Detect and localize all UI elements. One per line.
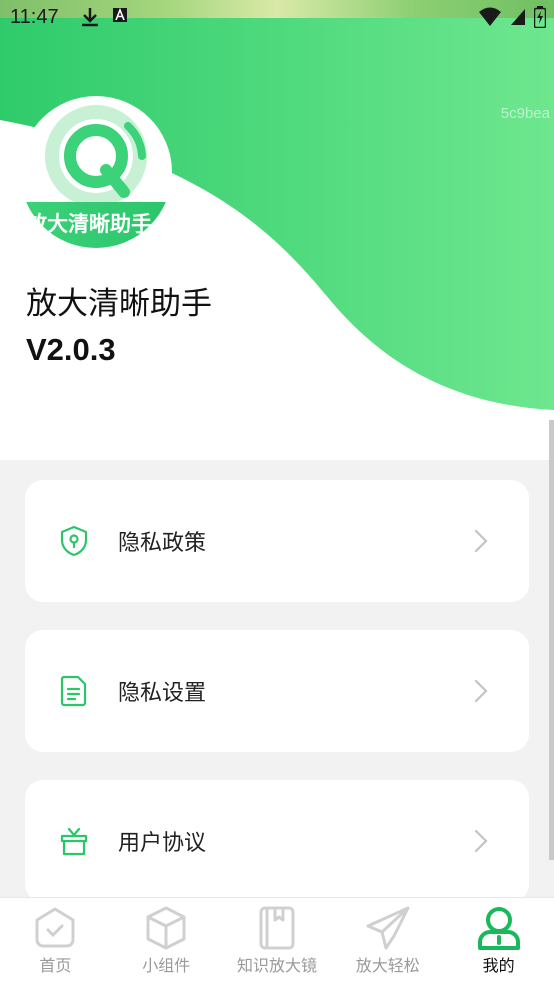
document-icon <box>60 675 87 707</box>
nav-item-magnify-easy[interactable]: 放大轻松 <box>332 898 443 984</box>
status-bar: 11:47 <box>0 0 554 36</box>
nav-label: 知识放大镜 <box>236 956 317 975</box>
menu-label: 隐私政策 <box>118 531 207 556</box>
wifi-icon <box>479 7 501 26</box>
user-icon <box>477 907 520 950</box>
status-left-icons <box>80 6 128 28</box>
watermark-text: 5c9bea <box>500 105 550 122</box>
app-name: 放大清晰助手 <box>26 286 212 322</box>
chevron-right-icon <box>474 679 488 703</box>
menu-item-privacy-settings[interactable]: 隐私设置 <box>25 630 529 752</box>
a-badge-icon <box>113 7 127 22</box>
cube-icon <box>146 906 186 950</box>
logo-text: 放大清晰助手 <box>26 212 152 236</box>
scrollbar[interactable] <box>549 420 554 860</box>
nav-item-home[interactable]: 首页 <box>0 898 111 984</box>
status-right-icons <box>478 6 546 28</box>
profile-header: 5c9bea 放大清晰助手 放大清晰助手 V2.0.3 <box>0 0 554 460</box>
book-icon <box>259 906 295 950</box>
nav-label: 首页 <box>39 956 72 975</box>
nav-label: 放大轻松 <box>355 956 420 975</box>
home-icon <box>35 907 75 948</box>
chevron-right-icon <box>474 529 488 553</box>
shield-icon <box>60 525 88 557</box>
nav-item-mine[interactable]: 我的 <box>443 898 554 984</box>
app-version: V2.0.3 <box>26 332 116 367</box>
signal-icon <box>511 9 525 25</box>
chevron-right-icon <box>474 829 488 853</box>
menu-label: 隐私设置 <box>118 681 207 706</box>
gift-icon <box>60 827 88 856</box>
menu-item-user-agreement[interactable]: 用户协议 <box>25 780 529 898</box>
paper-plane-icon <box>366 906 410 950</box>
download-icon <box>82 8 98 27</box>
menu-label: 用户协议 <box>118 831 207 856</box>
nav-label: 我的 <box>482 956 515 975</box>
bottom-navigation: 首页 小组件 知识放大镜 放大轻松 我的 <box>0 897 554 984</box>
menu-item-privacy-policy[interactable]: 隐私政策 <box>25 480 529 602</box>
battery-icon <box>534 6 546 28</box>
status-time: 11:47 <box>10 6 59 28</box>
nav-item-widgets[interactable]: 小组件 <box>111 898 222 984</box>
app-logo: 放大清晰助手 <box>20 96 172 248</box>
settings-content: 隐私政策 隐私设置 用户协议 <box>0 460 554 898</box>
nav-item-knowledge-magnifier[interactable]: 知识放大镜 <box>222 898 333 984</box>
nav-label: 小组件 <box>142 956 191 975</box>
